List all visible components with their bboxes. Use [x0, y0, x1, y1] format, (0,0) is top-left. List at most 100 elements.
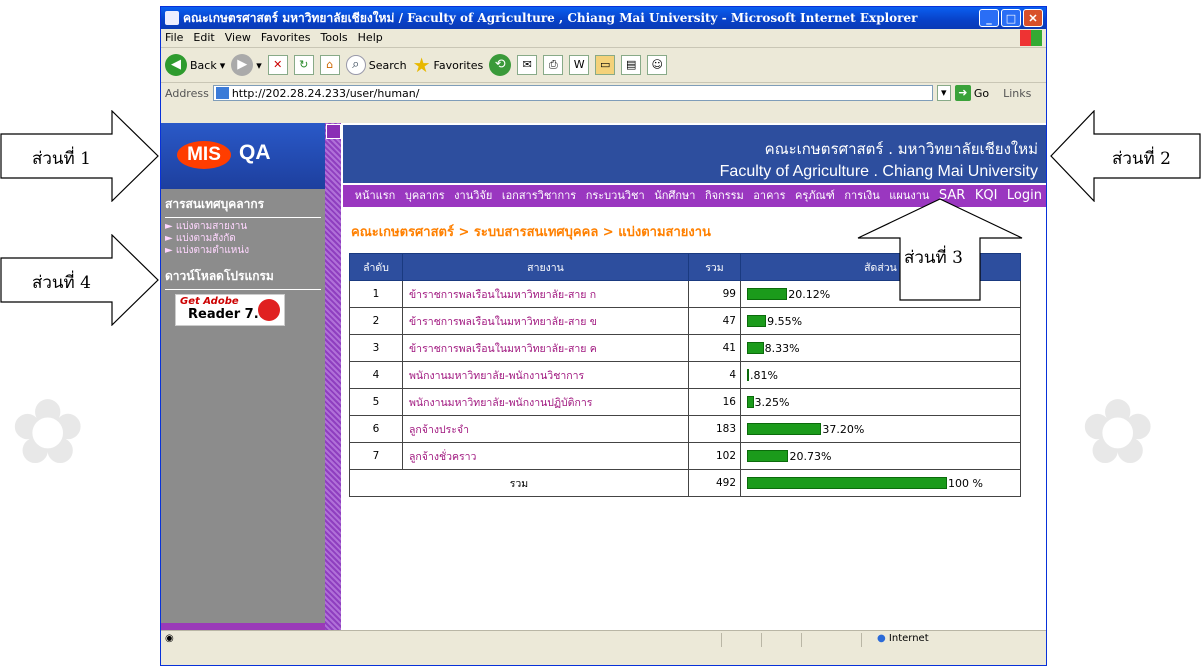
go-label: Go: [973, 86, 990, 100]
nav-personnel[interactable]: บุคลากร: [405, 189, 445, 202]
row-ratio-percent: 3.25%: [754, 395, 790, 409]
nav-buildings[interactable]: อาคาร: [753, 189, 785, 202]
banner-title-en: Faculty of Agriculture . Chiang Mai Univ…: [719, 163, 1038, 180]
row-ratio-percent: 8.33%: [764, 341, 800, 355]
menu-tools[interactable]: Tools: [321, 29, 348, 47]
total-label: รวม: [349, 469, 689, 497]
row-line-link[interactable]: พนักงานมหาวิทยาลัย-พนักงานวิชาการ: [402, 361, 689, 389]
row-ratio-cell: 9.55%: [740, 307, 1021, 335]
window-title: คณะเกษตรศาสตร์ มหาวิทยาลัยเชียงใหม่ / Fa…: [183, 11, 918, 25]
nav-documents[interactable]: เอกสารวิชาการ: [502, 189, 576, 202]
banner-title-th: คณะเกษตรศาสตร์ . มหาวิทยาลัยเชียงใหม่: [764, 140, 1038, 158]
row-line-link[interactable]: ข้าราชการพลเรือนในมหาวิทยาลัย-สาย ค: [402, 334, 689, 362]
edit-icon[interactable]: W: [569, 55, 590, 75]
sidebar-link-by-affiliation[interactable]: ► แบ่งตามสังกัด: [161, 233, 325, 245]
sidebar: MIS QA สารสนเทศบุคลากร ► แบ่งตามสายงาน ►…: [161, 123, 325, 649]
address-input[interactable]: http://202.28.24.233/user/human/: [212, 85, 933, 101]
table-row: 5 พนักงานมหาวิทยาลัย-พนักงานปฏิบัติการ 16 3…: [349, 388, 1021, 416]
row-ratio-percent: 20.73%: [789, 449, 832, 463]
sidebar-scrollbar[interactable]: [325, 123, 341, 649]
go-arrow-icon: ➜: [954, 85, 971, 101]
row-line-link[interactable]: ลูกจ้างประจำ: [402, 415, 689, 443]
row-number: 7: [349, 442, 403, 470]
row-number: 4: [349, 361, 403, 389]
row-total: 47: [688, 307, 741, 335]
home-icon[interactable]: ⌂: [319, 55, 340, 75]
folder-icon[interactable]: ▭: [595, 55, 616, 75]
callout-part4-label: ส่วนที่ 4: [32, 273, 91, 293]
row-number: 5: [349, 388, 403, 416]
callout-part1-label: ส่วนที่ 1: [32, 149, 91, 169]
menu-favorites[interactable]: Favorites: [261, 29, 311, 47]
minimize-button[interactable]: _: [979, 9, 999, 27]
adobe-reader-badge[interactable]: Get Adobe Reader 7.0: [175, 294, 285, 326]
forward-button[interactable]: ▶ ▾: [231, 54, 262, 76]
print-icon[interactable]: ⎙: [543, 55, 564, 75]
total-bar-cell: 100 %: [740, 469, 1021, 497]
research-icon[interactable]: ▤: [621, 55, 642, 75]
toolbar: ◀ Back ▾ ▶ ▾ ✕ ↻ ⌂ ⌕ Search ★ Favorites …: [161, 48, 1046, 83]
nav-courses[interactable]: กระบวนวิชา: [586, 189, 645, 202]
favorites-button[interactable]: ★ Favorites: [413, 53, 484, 77]
history-icon[interactable]: ⟲: [489, 54, 512, 76]
header-no: ลำดับ: [349, 253, 403, 281]
table-row: 4 พนักงานมหาวิทยาลัย-พนักงานวิชาการ 4 .81%: [349, 361, 1021, 389]
row-line-link[interactable]: ลูกจ้างชั่วคราว: [402, 442, 689, 470]
row-ratio-bar: [747, 288, 788, 300]
menu-file[interactable]: File: [165, 29, 183, 47]
menu-edit[interactable]: Edit: [193, 29, 214, 47]
nav-home[interactable]: หน้าแรก: [355, 189, 396, 202]
total-value: 492: [688, 469, 741, 497]
menu-help[interactable]: Help: [358, 29, 383, 47]
maximize-button[interactable]: □: [1001, 9, 1021, 27]
callout-part2: ส่วนที่ 2: [1050, 110, 1202, 202]
menu-view[interactable]: View: [225, 29, 251, 47]
refresh-icon[interactable]: ↻: [293, 55, 314, 75]
address-label: Address: [165, 86, 209, 100]
row-ratio-bar: [747, 342, 764, 354]
mis-qa-logo: MIS QA: [161, 123, 325, 189]
callout-part2-label: ส่วนที่ 2: [1112, 149, 1171, 169]
search-label: Search: [368, 58, 407, 72]
table-row: 3 ข้าราชการพลเรือนในมหาวิทยาลัย-สาย ค 41 8.…: [349, 334, 1021, 362]
callout-part3-label: ส่วนที่ 3: [904, 248, 963, 268]
status-divider: [761, 633, 762, 647]
page-status-icon: ◉: [165, 633, 174, 644]
search-button[interactable]: ⌕ Search: [345, 55, 407, 75]
stop-icon[interactable]: ✕: [267, 55, 288, 75]
row-ratio-percent: 20.12%: [788, 287, 831, 301]
close-button[interactable]: ✕: [1023, 9, 1043, 27]
nav-students[interactable]: นักศึกษา: [654, 189, 695, 202]
row-line-link[interactable]: พนักงานมหาวิทยาลัย-พนักงานปฏิบัติการ: [402, 388, 689, 416]
table-row: 2 ข้าราชการพลเรือนในมหาวิทยาลัย-สาย ข 47 9.…: [349, 307, 1021, 335]
row-ratio-bar: [747, 369, 749, 381]
links-label[interactable]: Links: [1003, 87, 1031, 100]
row-line-link[interactable]: ข้าราชการพลเรือนในมหาวิทยาลัย-สาย ข: [402, 307, 689, 335]
address-dropdown-icon[interactable]: ▾: [936, 85, 951, 101]
nav-research[interactable]: งานวิจัย: [454, 189, 492, 202]
messenger-icon[interactable]: ☺: [647, 55, 668, 75]
star-icon: ★: [412, 53, 431, 77]
row-number: 2: [349, 307, 403, 335]
header-line: สายงาน: [402, 253, 689, 281]
back-button[interactable]: ◀ Back ▾: [165, 54, 225, 76]
row-line-link[interactable]: ข้าราชการพลเรือนในมหาวิทยาลัย-สาย ก: [402, 280, 689, 308]
total-bar: [747, 477, 947, 489]
menu-bar: File Edit View Favorites Tools Help: [161, 29, 1046, 48]
nav-equipment[interactable]: ครุภัณฑ์: [795, 189, 835, 202]
row-ratio-percent: 9.55%: [767, 314, 803, 328]
row-ratio-cell: 37.20%: [740, 415, 1021, 443]
status-divider: [861, 633, 862, 647]
sidebar-link-by-position[interactable]: ► แบ่งตามตำแหน่ง: [161, 245, 325, 257]
go-button[interactable]: ➜ Go: [954, 85, 990, 101]
row-ratio-cell: 3.25%: [740, 388, 1021, 416]
row-ratio-bar: [747, 396, 754, 408]
row-number: 1: [349, 280, 403, 308]
divider: [165, 289, 321, 290]
scroll-up-button[interactable]: [326, 124, 341, 139]
nav-activities[interactable]: กิจกรรม: [705, 189, 744, 202]
sidebar-link-by-line[interactable]: ► แบ่งตามสายงาน: [161, 221, 325, 233]
download-heading: ดาวน์โหลดโปรแกรม: [165, 269, 274, 283]
mail-icon[interactable]: ✉: [517, 55, 538, 75]
row-ratio-cell: 8.33%: [740, 334, 1021, 362]
